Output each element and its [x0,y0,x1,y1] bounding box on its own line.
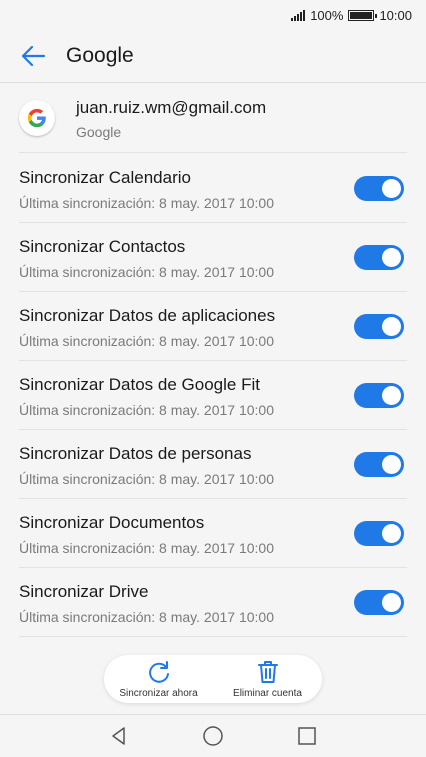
account-email: juan.ruiz.wm@gmail.com [76,98,267,117]
account-type: Google [76,124,122,140]
sync-item-last-sync: Última sincronización: 8 may. 2017 10:00 [19,540,274,556]
remove-account-label: Eliminar cuenta [233,688,302,699]
sync-now-label: Sincronizar ahora [119,688,198,699]
nav-back-button[interactable] [107,724,131,748]
sync-item-calendario[interactable]: Sincronizar Calendario Última sincroniza… [19,154,407,223]
sync-list: Sincronizar Calendario Última sincroniza… [19,154,407,637]
page-title: Google [66,44,134,67]
signal-icon [291,9,306,21]
sync-toggle[interactable] [354,521,404,546]
sync-item-label: Sincronizar Documentos [19,513,205,532]
back-button[interactable] [18,41,48,71]
sync-item-google-fit[interactable]: Sincronizar Datos de Google Fit Última s… [19,361,407,430]
nav-home-button[interactable] [201,724,225,748]
battery-icon [348,9,378,21]
sync-toggle[interactable] [354,383,404,408]
sync-item-label: Sincronizar Datos de Google Fit [19,375,260,394]
system-nav-bar [0,714,426,757]
sync-toggle[interactable] [354,590,404,615]
sync-item-last-sync: Última sincronización: 8 may. 2017 10:00 [19,195,274,211]
sync-toggle[interactable] [354,176,404,201]
sync-icon [148,661,169,683]
back-triangle-icon [112,727,125,745]
nav-recents-button[interactable] [295,724,319,748]
clock: 10:00 [379,7,412,23]
google-g-icon [19,100,55,136]
sync-now-button[interactable]: Sincronizar ahora [104,655,213,703]
recents-square-icon [298,727,316,745]
sync-item-datos-aplicaciones[interactable]: Sincronizar Datos de aplicaciones Última… [19,292,407,361]
sync-toggle[interactable] [354,314,404,339]
sync-item-label: Sincronizar Datos de personas [19,444,252,463]
app-bar: Google [0,30,426,83]
sync-toggle[interactable] [354,452,404,477]
account-actions: Sincronizar ahora Eliminar cuenta [104,655,322,703]
sync-item-drive[interactable]: Sincronizar Drive Última sincronización:… [19,568,407,637]
account-header: juan.ruiz.wm@gmail.com Google [19,84,407,153]
sync-item-label: Sincronizar Drive [19,582,149,601]
sync-item-last-sync: Última sincronización: 8 may. 2017 10:00 [19,333,274,349]
sync-item-last-sync: Última sincronización: 8 may. 2017 10:00 [19,402,274,418]
sync-item-label: Sincronizar Datos de aplicaciones [19,306,276,325]
home-circle-icon [203,726,223,746]
battery-percent: 100% [310,7,344,23]
trash-icon [257,661,278,683]
sync-item-contactos[interactable]: Sincronizar Contactos Última sincronizac… [19,223,407,292]
sync-item-documentos[interactable]: Sincronizar Documentos Última sincroniza… [19,499,407,568]
remove-account-button[interactable]: Eliminar cuenta [213,655,322,703]
sync-item-label: Sincronizar Calendario [19,168,191,187]
sync-item-last-sync: Última sincronización: 8 may. 2017 10:00 [19,609,274,625]
status-bar: 100% 10:00 [0,0,426,30]
sync-item-label: Sincronizar Contactos [19,237,186,256]
sync-toggle[interactable] [354,245,404,270]
sync-item-datos-personas[interactable]: Sincronizar Datos de personas Última sin… [19,430,407,499]
sync-item-last-sync: Última sincronización: 8 may. 2017 10:00 [19,264,274,280]
sync-item-last-sync: Última sincronización: 8 may. 2017 10:00 [19,471,274,487]
arrow-left-icon [21,45,46,67]
